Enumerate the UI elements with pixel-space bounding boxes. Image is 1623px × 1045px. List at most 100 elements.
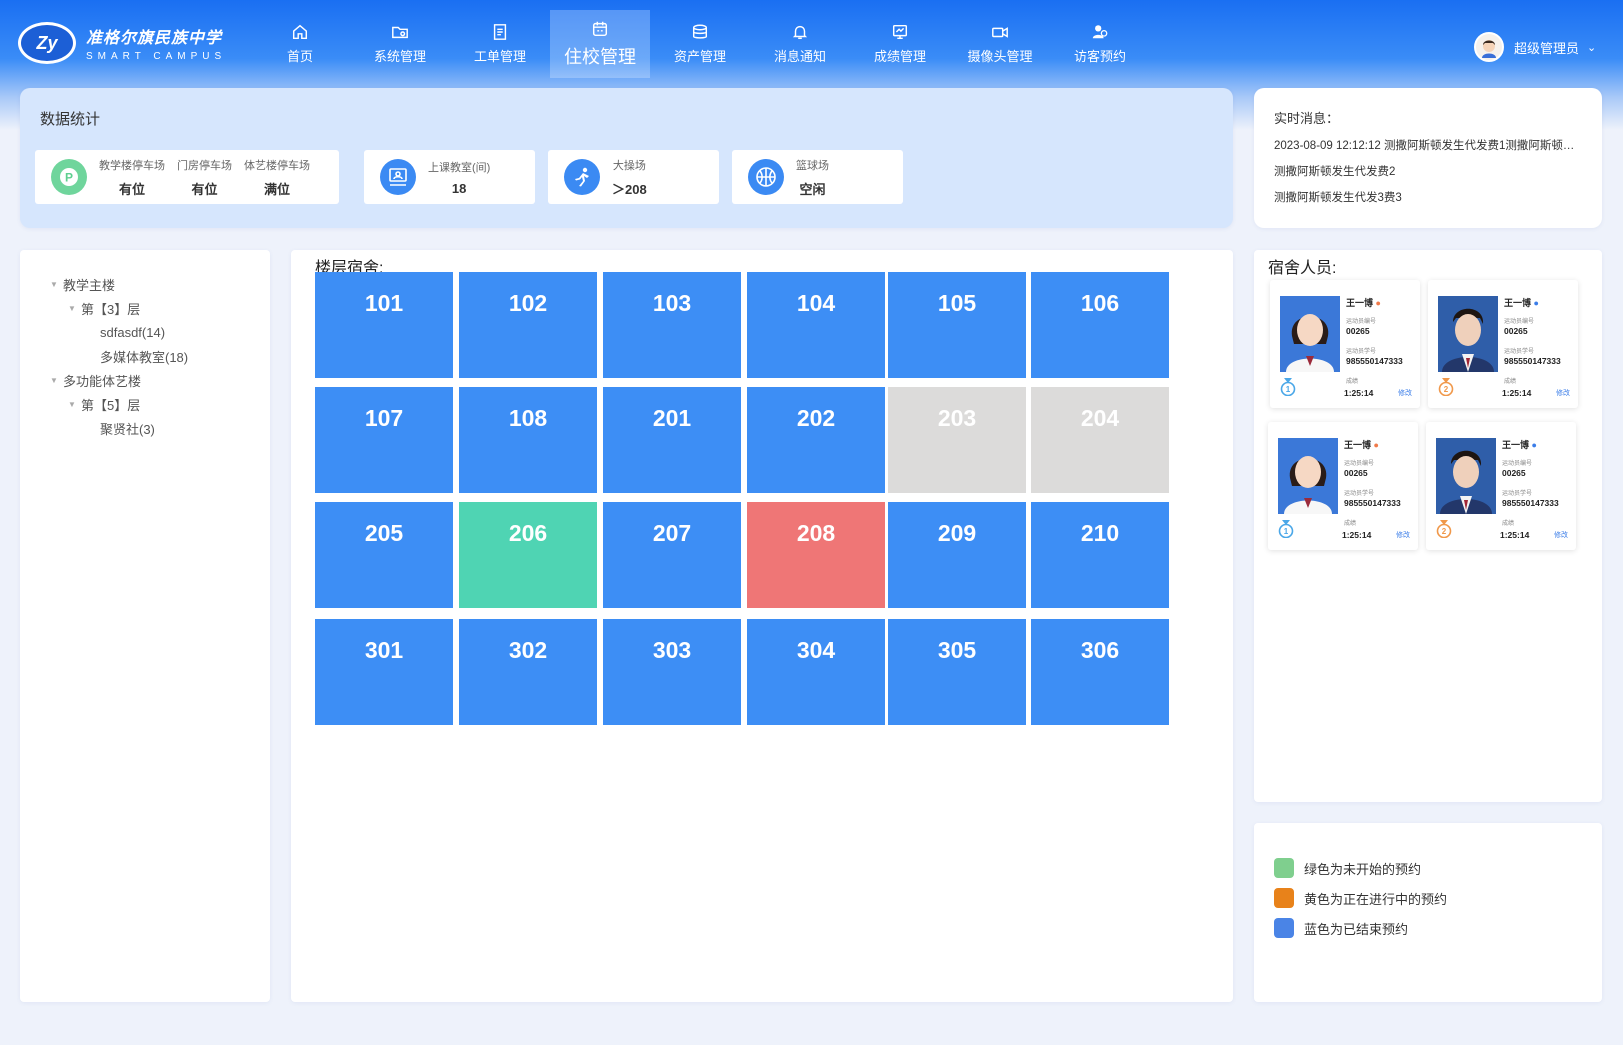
room-tile[interactable]: 104 bbox=[747, 272, 885, 378]
message-item[interactable]: 测撒阿斯顿发生代发3费3 bbox=[1274, 189, 1582, 205]
legend-item-orange: 黄色为正在进行中的预约 bbox=[1274, 883, 1582, 913]
caret-down-icon[interactable]: ▼ bbox=[63, 304, 81, 313]
nav-item-workorder[interactable]: 工单管理 bbox=[450, 10, 550, 78]
room-tile[interactable]: 306 bbox=[1031, 619, 1169, 725]
caret-down-icon[interactable]: ▼ bbox=[63, 400, 81, 409]
person-name: 王一博 ● bbox=[1504, 298, 1539, 308]
database-icon bbox=[692, 24, 708, 39]
room-tile[interactable]: 206 bbox=[459, 502, 597, 608]
nav-item-home[interactable]: 首页 bbox=[250, 10, 350, 78]
room-tile[interactable]: 201 bbox=[603, 387, 741, 493]
room-tile[interactable]: 105 bbox=[888, 272, 1026, 378]
person-card[interactable]: 王一博 ● 运动员编号 00265 运动员学号 985550147333 成绩 1:25:1… bbox=[1270, 280, 1420, 408]
nav-item-notify[interactable]: 消息通知 bbox=[750, 10, 850, 78]
athlete-no: 00265 bbox=[1346, 326, 1370, 336]
person-name: 王一博 ● bbox=[1502, 440, 1537, 450]
room-number: 105 bbox=[937, 290, 977, 316]
legend-panel: 绿色为未开始的预约 黄色为正在进行中的预约 蓝色为已结束预约 bbox=[1254, 823, 1602, 1002]
room-tile[interactable]: 304 bbox=[747, 619, 885, 725]
student-photo bbox=[1278, 438, 1338, 514]
room-number: 102 bbox=[508, 290, 548, 316]
room-tile[interactable]: 302 bbox=[459, 619, 597, 725]
room-tile[interactable]: 301 bbox=[315, 619, 453, 725]
room-tile[interactable]: 204 bbox=[1031, 387, 1169, 493]
tree-node-teaching-building[interactable]: ▼ 教学主楼 bbox=[20, 272, 270, 296]
legend-item-green: 绿色为未开始的预约 bbox=[1274, 853, 1582, 883]
room-tile[interactable]: 106 bbox=[1031, 272, 1169, 378]
stat-label: 教学楼停车场 bbox=[99, 159, 165, 172]
legend-swatch bbox=[1274, 888, 1294, 908]
nav-item-system[interactable]: 系统管理 bbox=[350, 10, 450, 78]
room-number: 104 bbox=[796, 290, 836, 316]
school-logo[interactable]: Zy 准格尔旗民族中学 SMART CAMPUS bbox=[18, 22, 226, 64]
nav-item-dorm[interactable]: 住校管理 bbox=[550, 10, 650, 78]
athlete-no-label: 运动员编号 bbox=[1344, 461, 1375, 467]
score-label: 成绩 bbox=[1346, 379, 1359, 385]
stats-title: 数据统计 bbox=[40, 111, 101, 128]
room-tile[interactable]: 102 bbox=[459, 272, 597, 378]
room-number: 204 bbox=[1080, 405, 1120, 431]
home-icon bbox=[292, 24, 308, 40]
room-tile[interactable]: 203 bbox=[888, 387, 1026, 493]
student-photo bbox=[1280, 296, 1340, 372]
room-tile[interactable]: 303 bbox=[603, 619, 741, 725]
room-number: 203 bbox=[937, 405, 977, 431]
classroom-card[interactable]: 上课教室(间) 18 bbox=[364, 150, 535, 204]
basketball-card[interactable]: 篮球场 空闲 bbox=[732, 150, 903, 204]
tree-node-juxianshe[interactable]: 聚贤社(3) bbox=[20, 416, 270, 440]
caret-down-icon[interactable]: ▼ bbox=[45, 376, 63, 385]
legend-swatch bbox=[1274, 918, 1294, 938]
edit-link[interactable]: 修改 bbox=[1396, 530, 1410, 540]
room-tile[interactable]: 208 bbox=[747, 502, 885, 608]
edit-link[interactable]: 修改 bbox=[1556, 388, 1570, 398]
nav-label: 消息通知 bbox=[773, 49, 826, 64]
nav-item-scores[interactable]: 成绩管理 bbox=[850, 10, 950, 78]
chevron-down-icon: ⌄ bbox=[1587, 41, 1597, 54]
edit-link[interactable]: 修改 bbox=[1398, 388, 1412, 398]
school-subtitle: SMART CAMPUS bbox=[86, 51, 227, 62]
caret-down-icon[interactable]: ▼ bbox=[45, 280, 63, 289]
user-menu[interactable]: 超级管理员 ⌄ bbox=[1474, 32, 1596, 62]
room-tile[interactable]: 103 bbox=[603, 272, 741, 378]
tree-node-floor-5[interactable]: ▼ 第【5】层 bbox=[20, 392, 270, 416]
room-tile[interactable]: 107 bbox=[315, 387, 453, 493]
stat-label: 篮球场 bbox=[796, 159, 829, 172]
person-card[interactable]: 王一博 ● 运动员编号 00265 运动员学号 985550147333 成绩 1:25:1… bbox=[1426, 422, 1576, 550]
tree-node-sdfasdf[interactable]: sdfasdf(14) bbox=[20, 320, 270, 344]
score-label: 成绩 bbox=[1502, 521, 1515, 527]
nav-label: 摄像头管理 bbox=[967, 49, 1033, 64]
room-tile[interactable]: 210 bbox=[1031, 502, 1169, 608]
room-number: 302 bbox=[508, 637, 548, 663]
playground-card[interactable]: 大操场 ＞208 bbox=[548, 150, 719, 204]
nav-item-camera[interactable]: 摄像头管理 bbox=[950, 10, 1050, 78]
nav-label: 系统管理 bbox=[373, 49, 426, 64]
room-tile[interactable]: 207 bbox=[603, 502, 741, 608]
nav-item-visitor[interactable]: 访客预约 bbox=[1050, 10, 1150, 78]
message-item[interactable]: 测撒阿斯顿发生代发费2 bbox=[1274, 163, 1582, 179]
room-tile[interactable]: 209 bbox=[888, 502, 1026, 608]
athlete-no-label: 运动员编号 bbox=[1504, 319, 1535, 325]
medal-icon: 2 bbox=[1436, 520, 1452, 539]
nav-label: 住校管理 bbox=[564, 46, 636, 67]
tree-label: 聚贤社(3) bbox=[100, 421, 155, 437]
student-id: 985550147333 bbox=[1502, 498, 1559, 508]
person-card[interactable]: 王一博 ● 运动员编号 00265 运动员学号 985550147333 成绩 1:25:1… bbox=[1428, 280, 1578, 408]
parking-card[interactable]: P 教学楼停车场 有位 门房停车场 有位 体艺楼停车场 满位 bbox=[35, 150, 339, 204]
edit-link[interactable]: 修改 bbox=[1554, 530, 1568, 540]
tree-node-floor-3[interactable]: ▼ 第【3】层 bbox=[20, 296, 270, 320]
parking-icon: P bbox=[51, 159, 87, 195]
tree-node-arts-building[interactable]: ▼ 多功能体艺楼 bbox=[20, 368, 270, 392]
person-card[interactable]: 王一博 ● 运动员编号 00265 运动员学号 985550147333 成绩 1:25:1… bbox=[1268, 422, 1418, 550]
room-tile[interactable]: 205 bbox=[315, 502, 453, 608]
room-tile[interactable]: 101 bbox=[315, 272, 453, 378]
room-tile[interactable]: 108 bbox=[459, 387, 597, 493]
athlete-no: 00265 bbox=[1504, 326, 1528, 336]
svg-text:2: 2 bbox=[1444, 385, 1449, 394]
nav-item-assets[interactable]: 资产管理 bbox=[650, 10, 750, 78]
tree-node-multimedia[interactable]: 多媒体教室(18) bbox=[20, 344, 270, 368]
room-tile[interactable]: 202 bbox=[747, 387, 885, 493]
room-tile[interactable]: 305 bbox=[888, 619, 1026, 725]
message-item[interactable]: 2023-08-09 12:12:12 测撒阿斯顿发生代发费1测撒阿斯顿发生代发… bbox=[1274, 137, 1582, 153]
nav-label: 首页 bbox=[286, 49, 313, 64]
stat-label: 门房停车场 bbox=[177, 159, 232, 172]
